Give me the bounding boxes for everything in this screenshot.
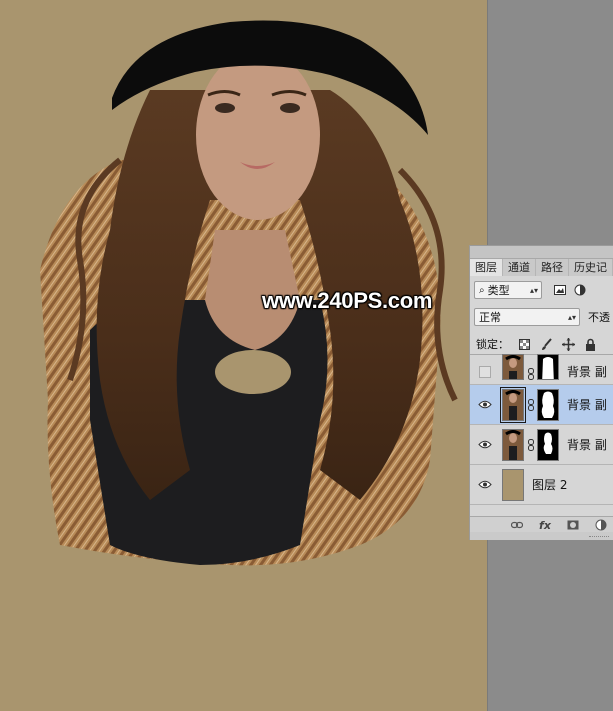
layer-thumbnail — [502, 354, 524, 380]
resize-grip[interactable] — [589, 536, 609, 540]
blend-row: 正常 ▴▾ 不透 — [474, 306, 613, 328]
mask-link-icon[interactable] — [526, 438, 535, 451]
lock-label: 锁定： — [476, 338, 509, 351]
lock-transparent-icon[interactable] — [517, 337, 531, 351]
adjustment-icon[interactable] — [594, 518, 608, 532]
image-filter-icon[interactable] — [552, 282, 568, 298]
filter-type-value: 类型 — [487, 284, 510, 297]
blend-mode-select[interactable]: 正常 ▴▾ — [474, 308, 580, 326]
layer-mask-thumbnail[interactable] — [537, 388, 559, 421]
dropdown-arrow-icon: ▴▾ — [567, 312, 576, 322]
layer-mask-thumbnail[interactable] — [537, 428, 559, 461]
layer-name[interactable]: 背景 副 — [567, 436, 607, 453]
layer-row-selected[interactable]: 背景 副 — [470, 385, 613, 425]
blend-mode-value: 正常 — [479, 311, 501, 324]
document-canvas[interactable]: www.240PS.com — [0, 0, 487, 711]
layer-thumbnail — [502, 428, 524, 461]
visibility-toggle-off[interactable] — [476, 364, 494, 380]
lock-row: 锁定： — [476, 335, 613, 353]
layer-thumbnail — [502, 468, 524, 501]
watermark-text: www.240PS.com — [262, 288, 433, 313]
dropdown-arrow-icon: ▴▾ — [529, 285, 538, 295]
tab-channels[interactable]: 通道 — [503, 259, 536, 276]
layers-list: 背景 副 背景 副 背景 副 图层 2 — [470, 354, 613, 517]
panel-footer: fx — [470, 516, 613, 533]
tab-history[interactable]: 历史记 — [569, 259, 613, 276]
layer-row[interactable]: 背景 副 — [470, 425, 613, 465]
photo-cutout — [40, 20, 458, 566]
filter-type-select[interactable]: ⌕ 类型 ▴▾ — [474, 281, 542, 299]
layer-mask-thumbnail[interactable] — [537, 354, 559, 380]
layers-panel: 图层 通道 路径 历史记 ⌕ 类型 ▴▾ 正常 ▴▾ 不透 锁定： 背景 副 背… — [469, 245, 613, 540]
filter-row: ⌕ 类型 ▴▾ — [474, 279, 613, 301]
tab-layers[interactable]: 图层 — [470, 259, 503, 276]
add-mask-icon[interactable] — [566, 518, 580, 532]
layer-name[interactable]: 背景 副 — [567, 363, 607, 380]
tab-paths[interactable]: 路径 — [536, 259, 569, 276]
opacity-label: 不透 — [588, 311, 610, 324]
link-icon[interactable] — [510, 518, 524, 532]
search-icon: ⌕ — [479, 284, 485, 296]
panel-tabs: 图层 通道 路径 历史记 — [470, 259, 613, 276]
lock-pixels-brush-icon[interactable] — [539, 337, 553, 351]
mask-link-icon[interactable] — [526, 398, 535, 411]
eye-icon[interactable] — [476, 397, 494, 413]
layer-name[interactable]: 背景 副 — [567, 396, 607, 413]
mask-link-icon[interactable] — [526, 368, 535, 380]
eye-icon[interactable] — [476, 477, 494, 493]
layer-name[interactable]: 图层 2 — [532, 476, 567, 493]
layer-thumbnail — [500, 386, 526, 423]
layer-row[interactable]: 图层 2 — [470, 465, 613, 505]
lock-all-icon[interactable] — [583, 337, 597, 351]
panel-header-strip[interactable] — [470, 246, 613, 259]
fx-icon[interactable]: fx — [538, 518, 552, 532]
adjustment-filter-icon[interactable] — [572, 282, 588, 298]
layer-row[interactable]: 背景 副 — [470, 354, 613, 385]
lock-position-move-icon[interactable] — [561, 337, 575, 351]
eye-icon[interactable] — [476, 437, 494, 453]
